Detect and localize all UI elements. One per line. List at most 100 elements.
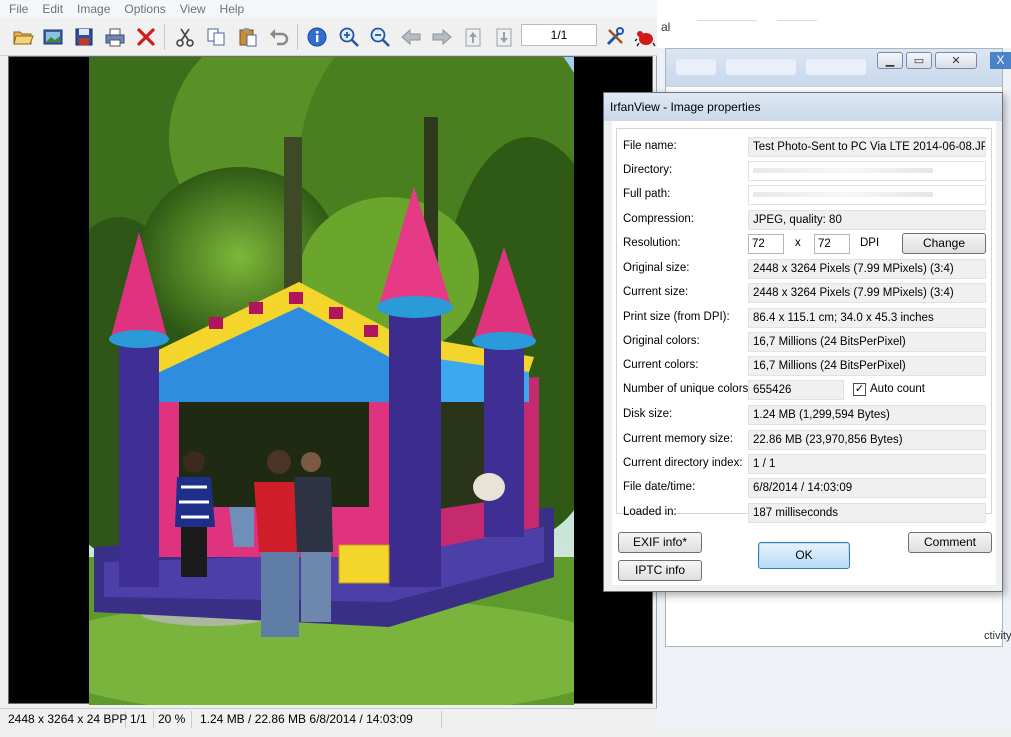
page-indicator-field[interactable]: 1/1	[521, 24, 597, 46]
row-full-path: Full path:	[617, 185, 993, 207]
file-date-value[interactable]: 6/8/2014 / 14:03:09	[748, 478, 986, 498]
print-icon[interactable]	[102, 24, 127, 49]
memory-size-label: Current memory size:	[623, 433, 733, 445]
file-date-label: File date/time:	[623, 481, 696, 493]
copy-icon[interactable]	[203, 24, 228, 49]
save-icon[interactable]	[71, 24, 96, 49]
loaded-in-label: Loaded in:	[623, 506, 677, 518]
file-name-label: File name:	[623, 140, 677, 152]
original-size-label: Original size:	[623, 262, 690, 274]
redacted-text	[753, 168, 933, 174]
resolution-y-input[interactable]: 72	[814, 234, 850, 254]
print-size-value[interactable]: 86.4 x 115.1 cm; 34.0 x 45.3 inches	[748, 308, 986, 328]
row-directory-index: Current directory index: 1 / 1	[617, 454, 993, 476]
zoom-in-icon[interactable]	[336, 24, 361, 49]
photo-drawing	[89, 57, 574, 705]
exif-info-button[interactable]: EXIF info*	[618, 532, 702, 553]
menu-options[interactable]: Options	[124, 2, 165, 16]
row-current-size: Current size: 2448 x 3264 Pixels (7.99 M…	[617, 283, 993, 305]
directory-value[interactable]	[748, 161, 986, 181]
settings-icon[interactable]	[602, 24, 627, 49]
current-size-value[interactable]: 2448 x 3264 Pixels (7.99 MPixels) (3:4)	[748, 283, 986, 303]
row-memory-size: Current memory size: 22.86 MB (23,970,85…	[617, 430, 993, 452]
file-name-value[interactable]: Test Photo-Sent to PC Via LTE 2014-06-08…	[748, 137, 986, 157]
original-colors-value[interactable]: 16,7 Millions (24 BitsPerPixel)	[748, 332, 986, 352]
photo-bounce-house	[89, 57, 574, 705]
row-original-colors: Original colors: 16,7 Millions (24 BitsP…	[617, 332, 993, 354]
first-page-icon[interactable]	[460, 24, 485, 49]
row-print-size: Print size (from DPI): 86.4 x 115.1 cm; …	[617, 308, 993, 330]
resolution-label: Resolution:	[623, 237, 681, 249]
resolution-unit: DPI	[860, 237, 880, 249]
irfanview-logo-icon[interactable]	[632, 24, 657, 49]
disk-size-value[interactable]: 1.24 MB (1,299,594 Bytes)	[748, 405, 986, 425]
print-size-label: Print size (from DPI):	[623, 311, 730, 323]
zoom-out-icon[interactable]	[367, 24, 392, 49]
change-resolution-button[interactable]: Change	[902, 233, 986, 254]
row-loaded-in: Loaded in: 187 milliseconds	[617, 503, 993, 523]
row-original-size: Original size: 2448 x 3264 Pixels (7.99 …	[617, 259, 993, 281]
screen-bottom-edge	[0, 729, 1011, 737]
toolbar-separator	[164, 24, 165, 50]
auto-count-checkbox[interactable]: ✓	[853, 383, 866, 396]
close-icon[interactable]: X	[990, 52, 1011, 69]
status-zoom: 20 %	[154, 711, 192, 728]
full-path-value[interactable]	[748, 185, 986, 205]
compression-value[interactable]: JPEG, quality: 80	[748, 210, 986, 230]
open-folder-icon[interactable]	[10, 24, 35, 49]
unique-colors-label: Number of unique colors:	[623, 383, 752, 395]
dialog-title: IrfanView - Image properties	[604, 93, 1002, 121]
status-bar: 2448 x 3264 x 24 BPP 1/1 20 % 1.24 MB / …	[0, 708, 657, 729]
menu-view[interactable]: View	[180, 2, 206, 16]
next-icon[interactable]	[429, 24, 454, 49]
cut-icon[interactable]	[172, 24, 197, 49]
original-size-value[interactable]: 2448 x 3264 Pixels (7.99 MPixels) (3:4)	[748, 259, 986, 279]
menu-edit[interactable]: Edit	[42, 2, 63, 16]
background-window-controls: ▁ ▭ ✕	[877, 52, 977, 70]
last-page-icon[interactable]	[491, 24, 516, 49]
loaded-in-value[interactable]: 187 milliseconds	[748, 503, 986, 523]
unique-colors-value[interactable]: 655426	[748, 380, 844, 400]
current-colors-value[interactable]: 16,7 Millions (24 BitsPerPixel)	[748, 356, 986, 376]
background-divider	[697, 20, 757, 21]
maximize-button[interactable]: ▭	[906, 52, 932, 69]
irfanview-main-window: File Edit Image Options View Help 1/1 24…	[0, 0, 657, 737]
paste-icon[interactable]	[235, 24, 260, 49]
dialog-body: File name: Test Photo-Sent to PC Via LTE…	[612, 121, 996, 585]
full-path-label: Full path:	[623, 188, 671, 200]
row-unique-colors: Number of unique colors: 655426 ✓ Auto c…	[617, 380, 993, 402]
iptc-info-button[interactable]: IPTC info	[618, 560, 702, 581]
slideshow-icon[interactable]	[40, 24, 65, 49]
info-icon[interactable]	[304, 24, 329, 49]
undo-icon[interactable]	[266, 24, 291, 49]
toolbar-separator	[297, 24, 298, 50]
comment-button[interactable]: Comment	[908, 532, 992, 553]
image-properties-dialog: IrfanView - Image properties File name: …	[603, 92, 1003, 592]
minimize-button[interactable]: ▁	[877, 52, 903, 69]
disk-size-label: Disk size:	[623, 408, 673, 420]
image-canvas[interactable]	[8, 56, 653, 705]
delete-icon[interactable]	[133, 24, 158, 49]
status-info: 1.24 MB / 22.86 MB 6/8/2014 / 14:03:09	[196, 711, 442, 728]
redacted-text	[753, 192, 933, 198]
close-button[interactable]: ✕	[935, 52, 977, 69]
current-colors-label: Current colors:	[623, 359, 699, 371]
compression-label: Compression:	[623, 213, 694, 225]
row-compression: Compression: JPEG, quality: 80	[617, 210, 993, 232]
resolution-separator: x	[795, 237, 801, 249]
ok-button[interactable]: OK	[758, 542, 850, 569]
row-disk-size: Disk size: 1.24 MB (1,299,594 Bytes)	[617, 405, 993, 427]
background-divider	[777, 20, 817, 21]
resolution-x-input[interactable]: 72	[748, 234, 784, 254]
menu-image[interactable]: Image	[77, 2, 110, 16]
memory-size-value[interactable]: 22.86 MB (23,970,856 Bytes)	[748, 430, 986, 450]
directory-index-value[interactable]: 1 / 1	[748, 454, 986, 474]
original-colors-label: Original colors:	[623, 335, 700, 347]
previous-icon[interactable]	[398, 24, 423, 49]
row-directory: Directory:	[617, 161, 993, 183]
menu-help[interactable]: Help	[220, 2, 245, 16]
menu-file[interactable]: File	[9, 2, 28, 16]
row-file-name: File name: Test Photo-Sent to PC Via LTE…	[617, 137, 993, 159]
auto-count-label[interactable]: Auto count	[870, 383, 925, 395]
properties-panel: File name: Test Photo-Sent to PC Via LTE…	[616, 128, 993, 523]
